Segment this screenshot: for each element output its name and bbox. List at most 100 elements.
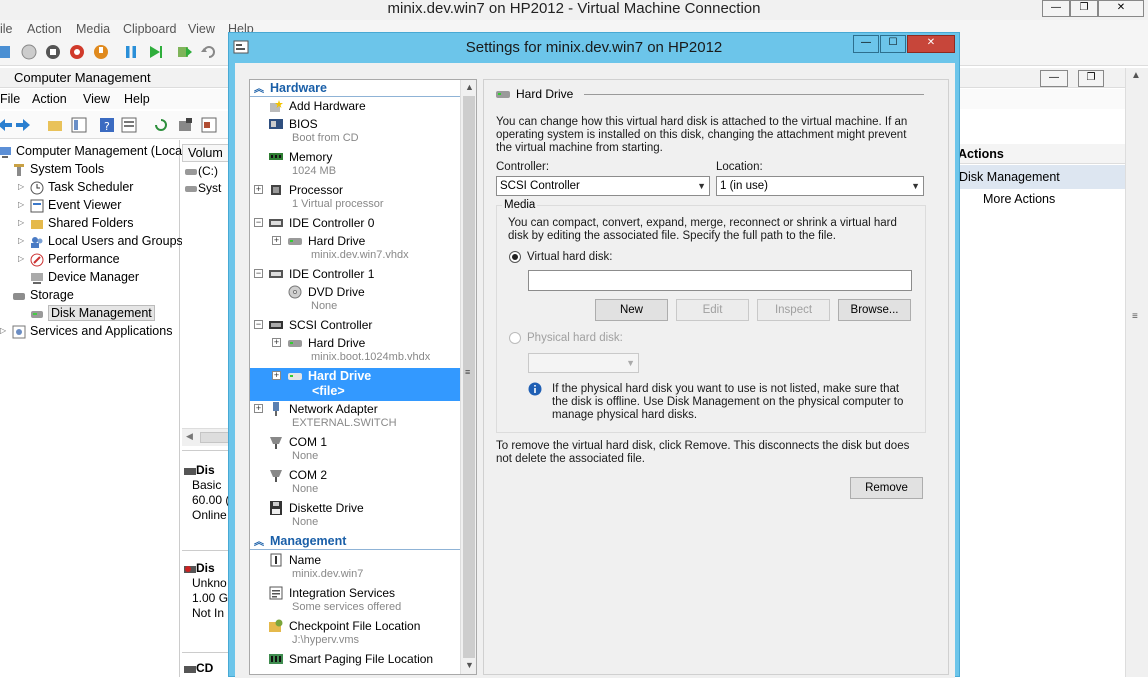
revert-icon[interactable] <box>200 43 218 61</box>
expand-arrow-icon[interactable]: ▷ <box>18 178 24 196</box>
help-icon[interactable]: ? <box>98 116 116 134</box>
scroll-up-icon[interactable]: ▲ <box>1131 70 1141 81</box>
expand-plus-icon[interactable]: + <box>272 371 281 380</box>
expand-plus-icon[interactable]: + <box>254 404 263 413</box>
save-state-icon[interactable] <box>92 43 110 61</box>
tree-item-shared-folders[interactable]: ▷ Shared Folders <box>18 214 133 232</box>
cm-menu-help[interactable]: Help <box>124 92 150 106</box>
scroll-left-icon[interactable]: ◀ <box>186 431 193 442</box>
tree-item-local-users[interactable]: ▷ Local Users and Groups <box>18 232 183 250</box>
hw-item-com1[interactable]: COM 1 None <box>250 434 460 467</box>
tree-item-task-scheduler[interactable]: ▷ Task Scheduler <box>18 178 133 196</box>
physical-hard-disk-dropdown[interactable]: ▼ <box>528 353 639 373</box>
mgmt-item-checkpoint-file-location[interactable]: Checkpoint File Location J:\hyperv.vms <box>250 618 460 651</box>
minimize-button[interactable]: — <box>1042 0 1070 17</box>
cm-minimize-button[interactable]: — <box>1040 70 1068 87</box>
show-hide-tree-icon[interactable] <box>70 116 88 134</box>
collapse-minus-icon[interactable]: − <box>254 269 263 278</box>
dialog-minimize-button[interactable]: — <box>853 35 879 53</box>
hw-item-processor[interactable]: + Processor 1 Virtual processor <box>250 182 460 215</box>
hw-item-com2[interactable]: COM 2 None <box>250 467 460 500</box>
cm-menu-action[interactable]: Action <box>32 92 67 106</box>
horizontal-scrollbar[interactable]: ◀ <box>182 428 232 446</box>
properties-icon[interactable] <box>120 116 138 134</box>
start-icon[interactable] <box>20 43 38 61</box>
tree-item-services-applications[interactable]: ▷ Services and Applications <box>0 322 172 340</box>
hw-item-memory[interactable]: Memory 1024 MB <box>250 149 460 182</box>
hw-item-bios[interactable]: BIOS Boot from CD <box>250 116 460 149</box>
hardware-list-scrollbar[interactable]: ▲ ≡ ▼ <box>460 80 476 674</box>
hw-item-network-adapter[interactable]: + Network Adapter EXTERNAL.SWITCH <box>250 401 460 434</box>
cm-menu-file[interactable]: File <box>0 92 20 106</box>
menu-media[interactable]: Media <box>76 22 110 36</box>
up-folder-icon[interactable] <box>46 116 64 134</box>
checkpoint-toolbar-icon[interactable] <box>176 43 194 61</box>
shutdown-icon[interactable] <box>68 43 86 61</box>
expand-plus-icon[interactable]: + <box>272 338 281 347</box>
virtual-hard-disk-path-input[interactable] <box>528 270 912 291</box>
turn-off-icon[interactable] <box>44 43 62 61</box>
dialog-close-button[interactable]: ✕ <box>907 35 955 53</box>
hw-item-hard-drive-scsi-0[interactable]: + Hard Drive minix.boot.1024mb.vhdx <box>250 335 460 368</box>
expand-arrow-icon[interactable]: ▷ <box>18 250 24 268</box>
tree-item-disk-management[interactable]: Disk Management <box>30 304 155 322</box>
expand-arrow-icon[interactable]: ▷ <box>0 322 6 340</box>
collapse-chevron-icon[interactable]: ︽ <box>254 533 264 548</box>
menu-file[interactable]: ile <box>0 22 13 36</box>
mgmt-item-name[interactable]: Name minix.dev.win7 <box>250 552 460 585</box>
settings-icon[interactable] <box>176 116 194 134</box>
scroll-thumb[interactable] <box>463 96 475 658</box>
expand-plus-icon[interactable]: + <box>272 236 281 245</box>
menu-view[interactable]: View <box>188 22 215 36</box>
expand-plus-icon[interactable]: + <box>254 185 263 194</box>
tree-item-event-viewer[interactable]: ▷ Event Viewer <box>18 196 121 214</box>
scroll-up-icon[interactable]: ▲ <box>465 82 474 92</box>
tree-item-performance[interactable]: ▷ Performance <box>18 250 120 268</box>
forward-icon[interactable] <box>14 116 32 134</box>
hw-item-hard-drive-ide0[interactable]: + Hard Drive minix.dev.win7.vhdx <box>250 233 460 266</box>
remove-button[interactable]: Remove <box>850 477 923 499</box>
management-section-header[interactable]: ︽ Management <box>250 534 460 550</box>
ctrl-alt-del-icon[interactable] <box>0 43 14 61</box>
tree-item-computer-management[interactable]: Computer Management (Local <box>0 142 185 160</box>
dialog-maximize-button[interactable]: ☐ <box>880 35 906 53</box>
inspect-button[interactable]: Inspect <box>757 299 830 321</box>
restore-button[interactable]: ❐ <box>1070 0 1098 17</box>
close-button[interactable]: ✕ <box>1098 0 1144 17</box>
hw-item-dvd-drive[interactable]: DVD Drive None <box>250 284 460 317</box>
cm-vertical-scrollbar[interactable]: ▲ ≡ <box>1125 68 1148 677</box>
pause-icon[interactable] <box>122 43 140 61</box>
controller-dropdown[interactable]: SCSI Controller ▼ <box>496 176 710 196</box>
back-icon[interactable] <box>0 116 14 134</box>
cm-menu-view[interactable]: View <box>83 92 110 106</box>
mgmt-item-integration-services[interactable]: Integration Services Some services offer… <box>250 585 460 618</box>
volume-row[interactable]: Syst <box>184 181 221 195</box>
volume-column-header[interactable]: Volum <box>182 144 232 162</box>
location-dropdown[interactable]: 1 (in use) ▼ <box>716 176 924 196</box>
expand-arrow-icon[interactable]: ▷ <box>18 232 24 250</box>
edit-button[interactable]: Edit <box>676 299 749 321</box>
browse-button[interactable]: Browse... <box>838 299 911 321</box>
collapse-chevron-icon[interactable]: ︽ <box>254 80 264 95</box>
refresh-icon[interactable] <box>152 116 170 134</box>
scroll-down-icon[interactable]: ▼ <box>465 660 474 670</box>
more-actions-link[interactable]: More Actions <box>983 192 1055 206</box>
export-icon[interactable] <box>200 116 218 134</box>
collapse-minus-icon[interactable]: − <box>254 218 263 227</box>
hw-item-diskette-drive[interactable]: Diskette Drive None <box>250 500 460 533</box>
resume-icon[interactable] <box>146 43 164 61</box>
menu-action[interactable]: Action <box>27 22 62 36</box>
volume-row[interactable]: (C:) <box>184 164 218 178</box>
cm-restore-button[interactable]: ❐ <box>1078 70 1104 87</box>
expand-arrow-icon[interactable]: ▷ <box>18 214 24 232</box>
virtual-hard-disk-radio[interactable] <box>509 251 521 263</box>
actions-section-disk-management[interactable]: Disk Management <box>955 165 1125 189</box>
tree-item-system-tools[interactable]: System Tools <box>12 160 104 178</box>
new-button[interactable]: New <box>595 299 668 321</box>
tree-item-device-manager[interactable]: Device Manager <box>30 268 139 286</box>
tree-item-storage[interactable]: Storage <box>12 286 74 304</box>
physical-hard-disk-radio[interactable] <box>509 332 521 344</box>
mgmt-item-smart-paging-file-location[interactable]: Smart Paging File Location <box>250 651 460 674</box>
expand-arrow-icon[interactable]: ▷ <box>18 196 24 214</box>
hardware-section-header[interactable]: ︽ Hardware <box>250 81 460 97</box>
